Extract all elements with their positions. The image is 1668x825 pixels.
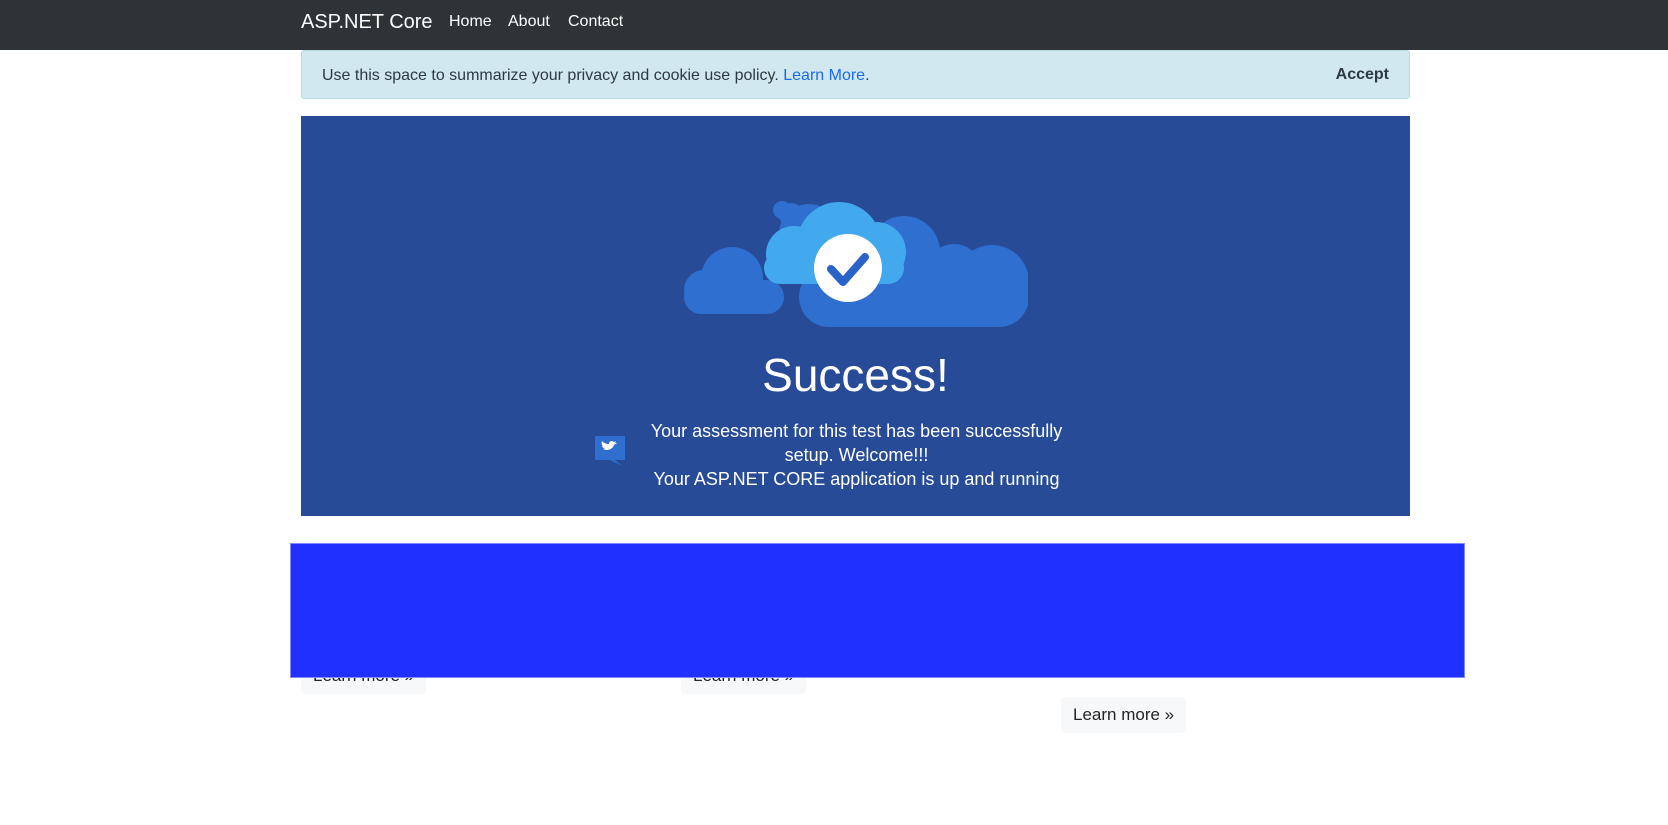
hero-line-1: Your assessment for this test has been s… [650,421,1063,465]
blue-overlay-block [290,543,1465,678]
cookie-policy-period: . [865,67,870,84]
accept-cookies-button[interactable]: Accept [1328,61,1397,89]
cloud-check-icon [684,201,1028,327]
nav-about[interactable]: About [508,12,550,32]
learn-more-button-3[interactable]: Learn more » [1061,697,1187,733]
nav-home[interactable]: Home [449,12,492,32]
cookie-consent-banner: Use this space to summarize your privacy… [301,50,1410,99]
hero-banner: Success! Your assessment for this test h… [301,116,1410,516]
twitter-icon[interactable] [595,436,627,466]
hero-line-2: Your ASP.NET CORE application is up and … [653,469,1060,489]
cookie-policy-message: Use this space to summarize your privacy… [322,67,779,84]
learn-more-link[interactable]: Learn More [783,67,865,84]
brand-link[interactable]: ASP.NET Core [301,10,433,35]
nav-contact[interactable]: Contact [568,12,623,32]
cookie-policy-text: Use this space to summarize your privacy… [322,66,870,86]
hero-title: Success! [762,349,949,401]
hero-description: Your assessment for this test has been s… [640,419,1073,491]
navbar: ASP.NET Core Home About Contact [0,0,1668,50]
